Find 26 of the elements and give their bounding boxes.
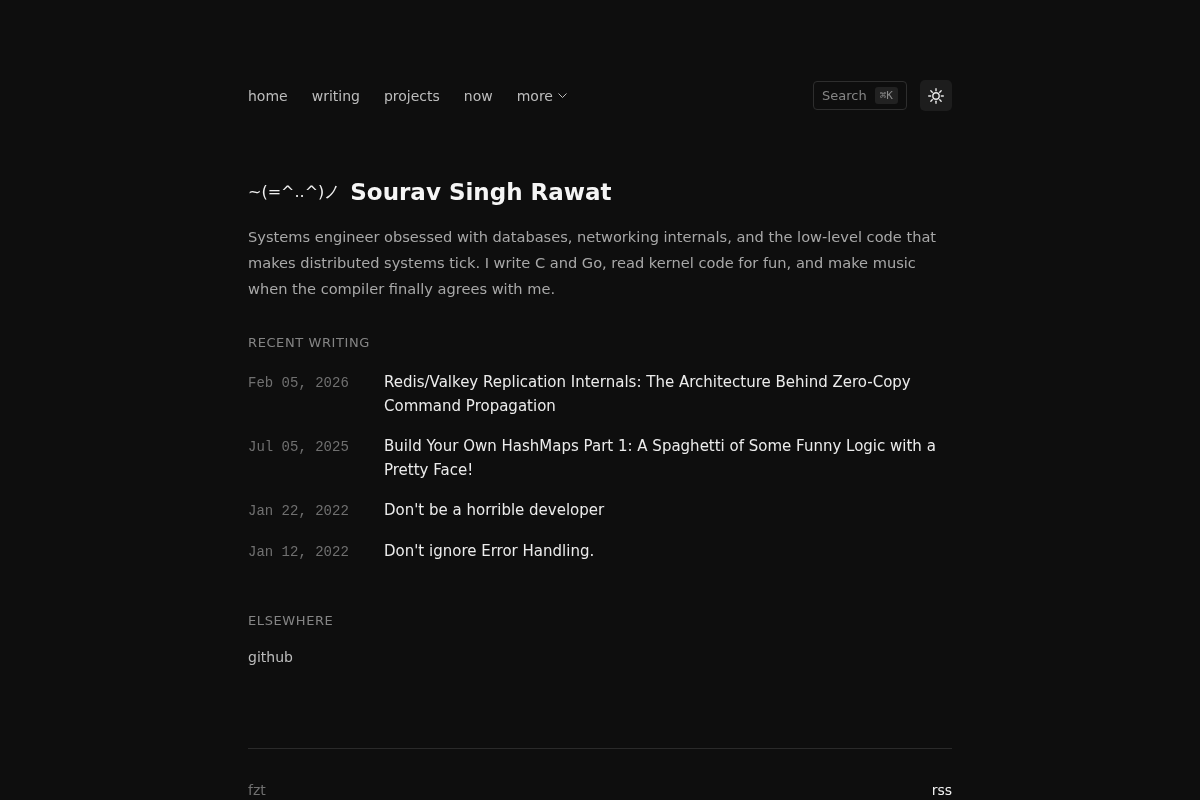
nav-menu-button[interactable]: more: [516, 87, 567, 104]
search-button[interactable]: Search ⌘K: [813, 81, 907, 110]
post-link[interactable]: Don't ignore Error Handling.: [384, 539, 952, 563]
post-date: Jul 05, 2025: [248, 438, 350, 457]
nav-link[interactable]: projects: [383, 87, 440, 104]
post-link[interactable]: Don't be a horrible developer: [384, 498, 952, 522]
external-link[interactable]: github: [248, 646, 293, 668]
nav-link[interactable]: home: [248, 87, 288, 104]
section-heading: RECENT WRITING: [248, 334, 372, 352]
rss-link[interactable]: rss: [931, 779, 952, 800]
sun-icon: [928, 87, 944, 104]
post-link[interactable]: Redis/Valkey Replication Internals: The Architecture Behind Zero-Copy Command Propagation: [384, 370, 952, 418]
kaomoji: ~(=^..^)ノ: [248, 181, 341, 203]
nav-link[interactable]: writing: [311, 87, 360, 104]
post-link[interactable]: Build Your Own HashMaps Part 1: A Spaghetti of Some Funny Logic with a Pretty Face!: [384, 434, 952, 482]
section-heading: ELSEWHERE: [248, 612, 335, 630]
caret-icon: [558, 93, 567, 98]
post-date: Feb 05, 2026: [248, 374, 350, 393]
theme-toggle-button[interactable]: [920, 80, 952, 111]
shortcut-key: ⌘K: [874, 87, 898, 104]
post-date: Jan 12, 2022: [248, 543, 350, 562]
footer-text: fzt: [248, 781, 266, 800]
bio-paragraph: Systems engineer obsessed with databases, networking internals, and the low-level code that makes distributed systems tick. I write C and Go, read kernel code for fun, and make music when the compiler finally agrees with me.: [248, 227, 938, 299]
site-title: Sourav Singh Rawat: [350, 179, 612, 205]
post-date: Jan 22, 2022: [248, 502, 350, 521]
nav-link[interactable]: now: [463, 87, 493, 104]
